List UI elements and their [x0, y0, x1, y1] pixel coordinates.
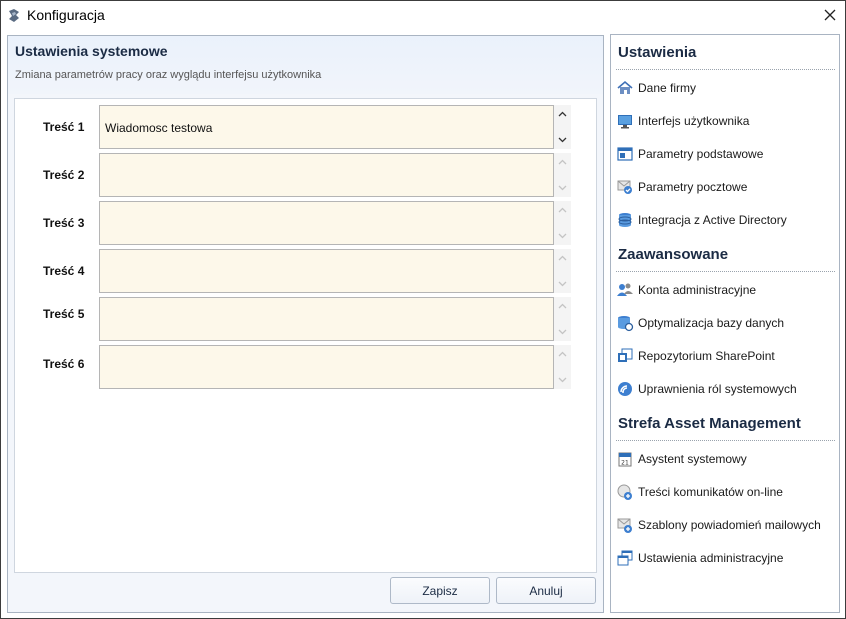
- field-label-4: Treść 4: [43, 264, 85, 278]
- users-icon: [617, 283, 633, 296]
- settings-sidebar: Ustawienia Dane firmy Interfejs użytkown…: [610, 34, 840, 613]
- sidebar-item-label: Asystent systemowy: [638, 452, 747, 466]
- field-row-6: Treść 6: [15, 345, 596, 391]
- save-button[interactable]: Zapisz: [390, 577, 490, 604]
- field-scrollbar-1[interactable]: [554, 105, 571, 149]
- sidebar-item-asystent[interactable]: 21 Asystent systemowy: [616, 448, 836, 470]
- cancel-button[interactable]: Anuluj: [496, 577, 596, 604]
- field-input-3[interactable]: [99, 201, 554, 245]
- section-divider: [616, 271, 835, 272]
- sidebar-item-parametry-pocztowe[interactable]: Parametry pocztowe: [616, 176, 836, 198]
- sidebar-item-optymalizacja[interactable]: Optymalizacja bazy danych: [616, 312, 836, 334]
- field-row-1: Treść 1 Wiadomosc testowa: [15, 105, 596, 151]
- mail-add-icon: [617, 518, 632, 533]
- field-row-4: Treść 4: [15, 249, 596, 295]
- section-divider: [616, 440, 835, 441]
- sidebar-item-label: Dane firmy: [638, 81, 697, 95]
- sidebar-item-dane-firmy[interactable]: Dane firmy: [616, 77, 836, 99]
- sidebar-item-label: Szablony powiadomień mailowych: [638, 518, 821, 532]
- scroll-down-icon[interactable]: [557, 326, 568, 337]
- main-header: Ustawienia systemowe Zmiana parametrów p…: [8, 36, 603, 94]
- sidebar-item-parametry-podstawowe[interactable]: Parametry podstawowe: [616, 143, 836, 165]
- main-panel: Ustawienia systemowe Zmiana parametrów p…: [7, 35, 604, 613]
- sidebar-item-sharepoint[interactable]: Repozytorium SharePoint: [616, 345, 836, 367]
- sidebar-item-label: Repozytorium SharePoint: [638, 349, 775, 363]
- page-title: Ustawienia systemowe: [15, 43, 168, 59]
- monitor-icon: [618, 115, 632, 129]
- field-row-3: Treść 3: [15, 201, 596, 247]
- sidebar-item-interfejs[interactable]: Interfejs użytkownika: [616, 110, 836, 132]
- sidebar-item-label: Optymalizacja bazy danych: [638, 316, 785, 330]
- sidebar-item-label: Parametry podstawowe: [638, 147, 764, 161]
- close-button[interactable]: [815, 1, 845, 29]
- sidebar-item-label: Integracja z Active Directory: [638, 213, 787, 227]
- field-label-1: Treść 1: [43, 120, 85, 134]
- sidebar-item-active-directory[interactable]: Integracja z Active Directory: [616, 209, 836, 231]
- sidebar-item-label: Treści komunikatów on-line: [638, 485, 783, 499]
- sidebar-item-label: Ustawienia administracyjne: [638, 551, 784, 565]
- svg-text:21: 21: [621, 460, 629, 467]
- field-label-5: Treść 5: [43, 307, 85, 321]
- section-title-ustawienia: Ustawienia: [618, 44, 697, 61]
- field-label-6: Treść 6: [43, 357, 85, 371]
- sidebar-item-label: Interfejs użytkownika: [638, 114, 750, 128]
- field-input-6[interactable]: [99, 345, 554, 389]
- field-input-1[interactable]: Wiadomosc testowa: [99, 105, 554, 149]
- scroll-up-icon[interactable]: [557, 253, 568, 264]
- sidebar-item-uprawnienia[interactable]: Uprawnienia ról systemowych: [616, 378, 836, 400]
- scroll-up-icon[interactable]: [557, 157, 568, 168]
- scroll-up-icon[interactable]: [557, 205, 568, 216]
- scroll-down-icon[interactable]: [557, 374, 568, 385]
- section-title-asset-management: Strefa Asset Management: [618, 415, 801, 432]
- message-add-icon: [617, 484, 632, 500]
- sidebar-item-szablony[interactable]: Szablony powiadomień mailowych: [616, 514, 836, 536]
- field-scrollbar-3[interactable]: [554, 201, 571, 245]
- sharepoint-icon: [618, 348, 633, 362]
- database-gear-icon: [618, 316, 634, 332]
- scroll-up-icon[interactable]: [557, 349, 568, 360]
- scroll-down-icon[interactable]: [557, 182, 568, 193]
- section-divider: [616, 69, 835, 70]
- sidebar-item-label: Konta administracyjne: [638, 283, 757, 297]
- field-input-2[interactable]: [99, 153, 554, 197]
- close-icon: [824, 9, 836, 21]
- config-window: Konfiguracja Ustawienia systemowe Zmiana…: [0, 0, 846, 619]
- field-scrollbar-6[interactable]: [554, 345, 571, 389]
- section-title-zaawansowane: Zaawansowane: [618, 246, 729, 263]
- roles-icon: [618, 382, 632, 396]
- field-label-3: Treść 3: [43, 216, 85, 230]
- database-icon: [618, 213, 632, 227]
- sidebar-item-ustawienia-administracyjne[interactable]: Ustawienia administracyjne: [616, 547, 836, 569]
- window-icon: [617, 147, 633, 161]
- app-icon: [9, 9, 19, 22]
- scroll-up-icon[interactable]: [557, 109, 568, 120]
- house-icon: [617, 80, 633, 94]
- mail-check-icon: [617, 180, 632, 194]
- sidebar-item-label: Parametry pocztowe: [638, 180, 748, 194]
- page-subtitle: Zmiana parametrów pracy oraz wyglądu int…: [15, 69, 322, 81]
- sidebar-item-label: Uprawnienia ról systemowych: [638, 382, 797, 396]
- sidebar-item-konta[interactable]: Konta administracyjne: [616, 279, 836, 301]
- scroll-up-icon[interactable]: [557, 301, 568, 312]
- scroll-down-icon[interactable]: [557, 230, 568, 241]
- scroll-down-icon[interactable]: [557, 134, 568, 145]
- sidebar-item-tresci-komunikatow[interactable]: Treści komunikatów on-line: [616, 481, 836, 503]
- windows-stack-icon: [617, 550, 633, 566]
- window-title: Konfiguracja: [27, 7, 105, 23]
- field-scrollbar-4[interactable]: [554, 249, 571, 293]
- fields-container: Treść 1 Wiadomosc testowa Treść 2 Treść …: [14, 98, 597, 573]
- field-input-5[interactable]: [99, 297, 554, 341]
- field-row-2: Treść 2: [15, 153, 596, 199]
- calendar-icon: 21: [618, 452, 632, 467]
- field-row-5: Treść 5: [15, 297, 596, 343]
- field-label-2: Treść 2: [43, 168, 85, 182]
- title-bar: Konfiguracja: [1, 1, 845, 31]
- field-scrollbar-2[interactable]: [554, 153, 571, 197]
- field-scrollbar-5[interactable]: [554, 297, 571, 341]
- scroll-down-icon[interactable]: [557, 278, 568, 289]
- field-input-4[interactable]: [99, 249, 554, 293]
